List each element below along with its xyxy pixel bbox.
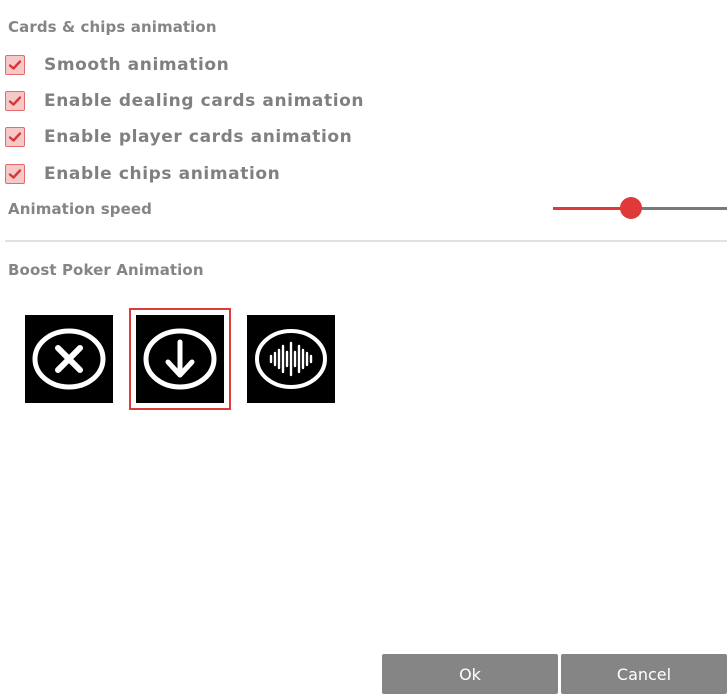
boost-section-title: Boost Poker Animation <box>8 261 204 279</box>
slider-track-empty <box>631 207 727 210</box>
dealing-cards-animation-checkbox-row[interactable]: Enable dealing cards animation <box>5 89 364 113</box>
chips-animation-label: Enable chips animation <box>44 164 281 184</box>
arrow-down-circle-icon <box>143 328 217 390</box>
chips-animation-checkbox-row[interactable]: Enable chips animation <box>5 162 280 186</box>
checkmark-icon <box>8 96 22 106</box>
slider-thumb[interactable] <box>620 197 642 219</box>
boost-option-off[interactable] <box>18 308 120 410</box>
boost-option-soundwave[interactable] <box>240 308 342 410</box>
dealing-cards-animation-checkbox[interactable] <box>5 91 25 111</box>
section-divider <box>5 240 727 242</box>
cards-chips-section-title: Cards & chips animation <box>8 18 217 36</box>
smooth-animation-checkbox-row[interactable]: Smooth animation <box>5 53 229 77</box>
close-circle-icon <box>32 328 106 390</box>
animation-speed-label: Animation speed <box>8 200 152 218</box>
cancel-button[interactable]: Cancel <box>561 654 727 694</box>
player-cards-animation-label: Enable player cards animation <box>44 127 353 147</box>
animation-speed-slider[interactable] <box>553 196 727 220</box>
smooth-animation-label: Smooth animation <box>44 55 230 75</box>
checkmark-icon <box>8 169 22 179</box>
dealing-cards-animation-label: Enable dealing cards animation <box>44 91 365 111</box>
player-cards-animation-checkbox-row[interactable]: Enable player cards animation <box>5 125 352 149</box>
checkmark-icon <box>8 60 22 70</box>
smooth-animation-checkbox[interactable] <box>5 55 25 75</box>
player-cards-animation-checkbox[interactable] <box>5 127 25 147</box>
ok-button[interactable]: Ok <box>382 654 558 694</box>
sound-wave-circle-icon <box>255 329 327 389</box>
boost-option-download[interactable] <box>129 308 231 410</box>
animation-settings-panel: Cards & chips animation Smooth animation… <box>0 0 727 698</box>
checkmark-icon <box>8 132 22 142</box>
chips-animation-checkbox[interactable] <box>5 164 25 184</box>
